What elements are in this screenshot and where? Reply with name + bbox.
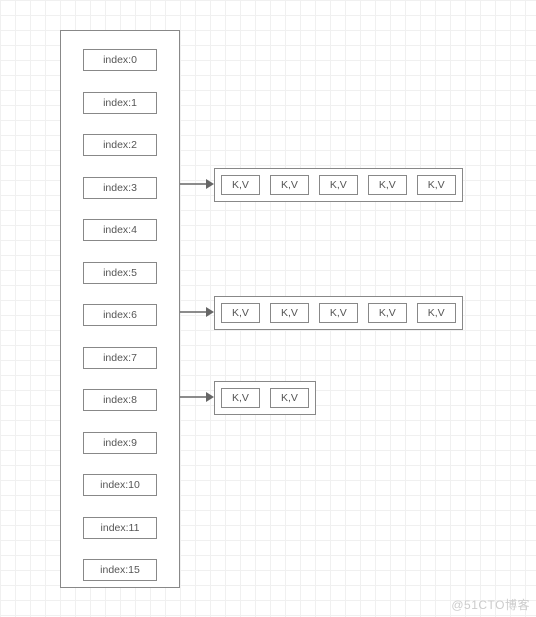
index-slot: index:5	[83, 262, 157, 284]
diagram-canvas: index:0 index:1 index:2 index:3 index:4 …	[0, 0, 536, 617]
index-slot: index:9	[83, 432, 157, 454]
bucket-index-3: K,V K,V K,V K,V K,V	[214, 168, 463, 202]
index-slot-row: index:10	[61, 464, 179, 507]
index-slot: index:8	[83, 389, 157, 411]
kv-entry: K,V	[270, 388, 309, 408]
index-slot: index:0	[83, 49, 157, 71]
index-slot: index:4	[83, 219, 157, 241]
index-slot-row: index:11	[61, 507, 179, 550]
index-slot: index:6	[83, 304, 157, 326]
arrow-icon	[180, 390, 214, 404]
index-slot: index:11	[83, 517, 157, 539]
kv-entry: K,V	[368, 175, 407, 195]
index-slot-row: index:3	[61, 167, 179, 210]
index-slot: index:3	[83, 177, 157, 199]
index-slot: index:2	[83, 134, 157, 156]
bucket-index-6: K,V K,V K,V K,V K,V	[214, 296, 463, 330]
index-slot-row: index:6	[61, 294, 179, 337]
kv-entry: K,V	[368, 303, 407, 323]
arrow-icon	[180, 177, 214, 191]
index-slot-row: index:5	[61, 252, 179, 295]
kv-entry: K,V	[270, 303, 309, 323]
index-slot-row: index:1	[61, 82, 179, 125]
kv-entry: K,V	[221, 303, 260, 323]
index-slot: index:7	[83, 347, 157, 369]
index-slot: index:1	[83, 92, 157, 114]
kv-entry: K,V	[270, 175, 309, 195]
kv-entry: K,V	[417, 303, 456, 323]
index-slot: index:15	[83, 559, 157, 581]
index-slot: index:10	[83, 474, 157, 496]
index-slot-row: index:8	[61, 379, 179, 422]
index-slot-row: index:9	[61, 422, 179, 465]
index-slot-row: index:4	[61, 209, 179, 252]
index-array: index:0 index:1 index:2 index:3 index:4 …	[60, 30, 180, 588]
index-slot-row: index:15	[61, 549, 179, 592]
kv-entry: K,V	[221, 175, 260, 195]
kv-entry: K,V	[221, 388, 260, 408]
index-slot-row: index:7	[61, 337, 179, 380]
kv-entry: K,V	[319, 175, 358, 195]
index-slot-row: index:2	[61, 124, 179, 167]
bucket-index-8: K,V K,V	[214, 381, 316, 415]
kv-entry: K,V	[319, 303, 358, 323]
index-slot-row: index:0	[61, 39, 179, 82]
kv-entry: K,V	[417, 175, 456, 195]
arrow-icon	[180, 305, 214, 319]
watermark-text: @51CTO博客	[451, 596, 530, 613]
